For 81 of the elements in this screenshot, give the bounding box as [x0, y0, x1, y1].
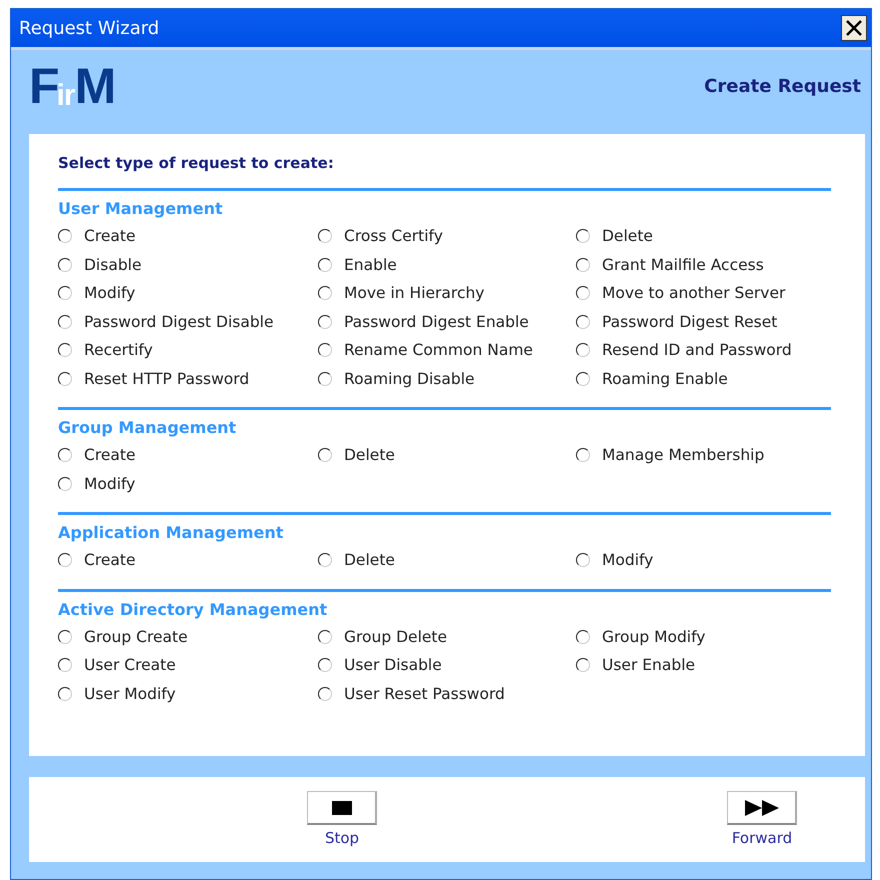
radio-button[interactable] [576, 630, 590, 644]
radio-button[interactable] [58, 658, 72, 672]
section-title: User Management [58, 199, 224, 218]
option-label: Roaming Disable [344, 370, 475, 388]
page-title: Create Request [704, 76, 861, 96]
radio-button[interactable] [58, 476, 72, 491]
radio-button[interactable] [58, 372, 72, 386]
option-label: Rename Common Name [344, 341, 533, 360]
radio-button[interactable] [576, 553, 590, 568]
radio-button[interactable] [58, 448, 72, 462]
option-label: Create [84, 551, 136, 570]
radio-button[interactable] [58, 314, 72, 329]
section-title: Active Directory Management [58, 600, 328, 618]
button-label: Stop [324, 829, 360, 847]
option-label: Create [84, 227, 136, 246]
section-title: Application Management [58, 523, 284, 542]
option-label: Password Digest Enable [344, 312, 529, 331]
option-label: Group Create [84, 628, 188, 646]
prompt-text: Select type of request to create: [58, 154, 335, 172]
radio-button[interactable] [58, 553, 72, 568]
option-label: Delete [344, 551, 395, 570]
radio-button[interactable] [576, 448, 590, 462]
option-label: User Modify [84, 684, 176, 703]
radio-button[interactable] [58, 686, 72, 701]
option-label: Group Modify [602, 628, 706, 646]
radio-button[interactable] [318, 286, 332, 300]
option-label: Password Digest Reset [602, 312, 778, 331]
option-label: User Enable [602, 656, 696, 674]
radio-button[interactable] [576, 229, 590, 244]
radio-button[interactable] [58, 229, 72, 244]
radio-button[interactable] [318, 314, 332, 329]
button-label: Forward [732, 829, 792, 847]
option-label: Group Delete [344, 628, 448, 646]
option-label: Delete [602, 227, 653, 246]
radio-button[interactable] [318, 372, 332, 386]
radio-button[interactable] [576, 658, 590, 672]
radio-button[interactable] [318, 343, 332, 358]
radio-button[interactable] [576, 286, 590, 300]
option-label: Create [84, 446, 136, 464]
radio-button[interactable] [58, 630, 72, 644]
radio-button[interactable] [318, 229, 332, 244]
option-label: Modify [84, 284, 136, 302]
option-label: Move to another Server [602, 284, 786, 302]
radio-button[interactable] [576, 258, 590, 272]
option-label: Modify [602, 551, 654, 570]
stop-icon [332, 800, 352, 814]
fast-forward-icon [744, 800, 778, 816]
option-label: Delete [344, 446, 395, 464]
option-label: User Disable [344, 656, 442, 674]
option-label: Cross Certify [344, 227, 443, 246]
option-label: User Create [84, 656, 176, 674]
radio-button[interactable] [58, 258, 72, 272]
section-title: Group Management [58, 418, 238, 437]
radio-button[interactable] [576, 343, 590, 358]
option-label: Recertify [84, 341, 153, 360]
option-label: Reset HTTP Password [84, 370, 250, 388]
option-label: Disable [84, 256, 142, 274]
close-icon [845, 19, 863, 37]
option-label: Resend ID and Password [602, 341, 792, 360]
option-label: Grant Mailfile Access [602, 256, 764, 274]
option-label: Roaming Enable [602, 370, 728, 388]
radio-button[interactable] [576, 372, 590, 386]
radio-button[interactable] [576, 314, 590, 329]
radio-button[interactable] [58, 343, 72, 358]
close-button[interactable] [841, 15, 867, 41]
radio-button[interactable] [318, 686, 332, 701]
forward-button[interactable] [727, 791, 797, 825]
radio-button[interactable] [318, 630, 332, 644]
option-label: Enable [344, 256, 397, 274]
option-label: Modify [84, 474, 136, 493]
radio-button[interactable] [318, 658, 332, 672]
window-title: Request Wizard [19, 18, 160, 38]
option-label: User Reset Password [344, 684, 505, 703]
radio-button[interactable] [58, 286, 72, 300]
option-label: Manage Membership [602, 446, 764, 464]
option-label: Move in Hierarchy [344, 284, 484, 302]
stop-button[interactable] [307, 791, 377, 825]
radio-button[interactable] [318, 448, 332, 462]
option-label: Password Digest Disable [84, 312, 274, 331]
radio-button[interactable] [318, 553, 332, 568]
radio-button[interactable] [318, 258, 332, 272]
